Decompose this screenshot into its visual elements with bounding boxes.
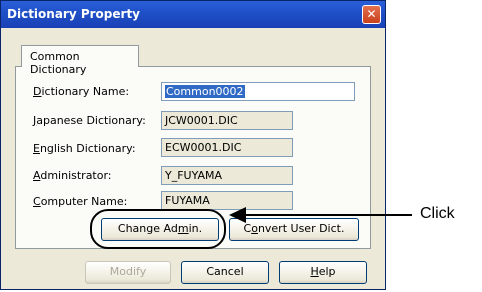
arrow-icon bbox=[229, 207, 412, 223]
click-annotation-label: Click bbox=[420, 205, 455, 222]
tab-common-dictionary[interactable]: Common Dictionary bbox=[21, 45, 139, 76]
